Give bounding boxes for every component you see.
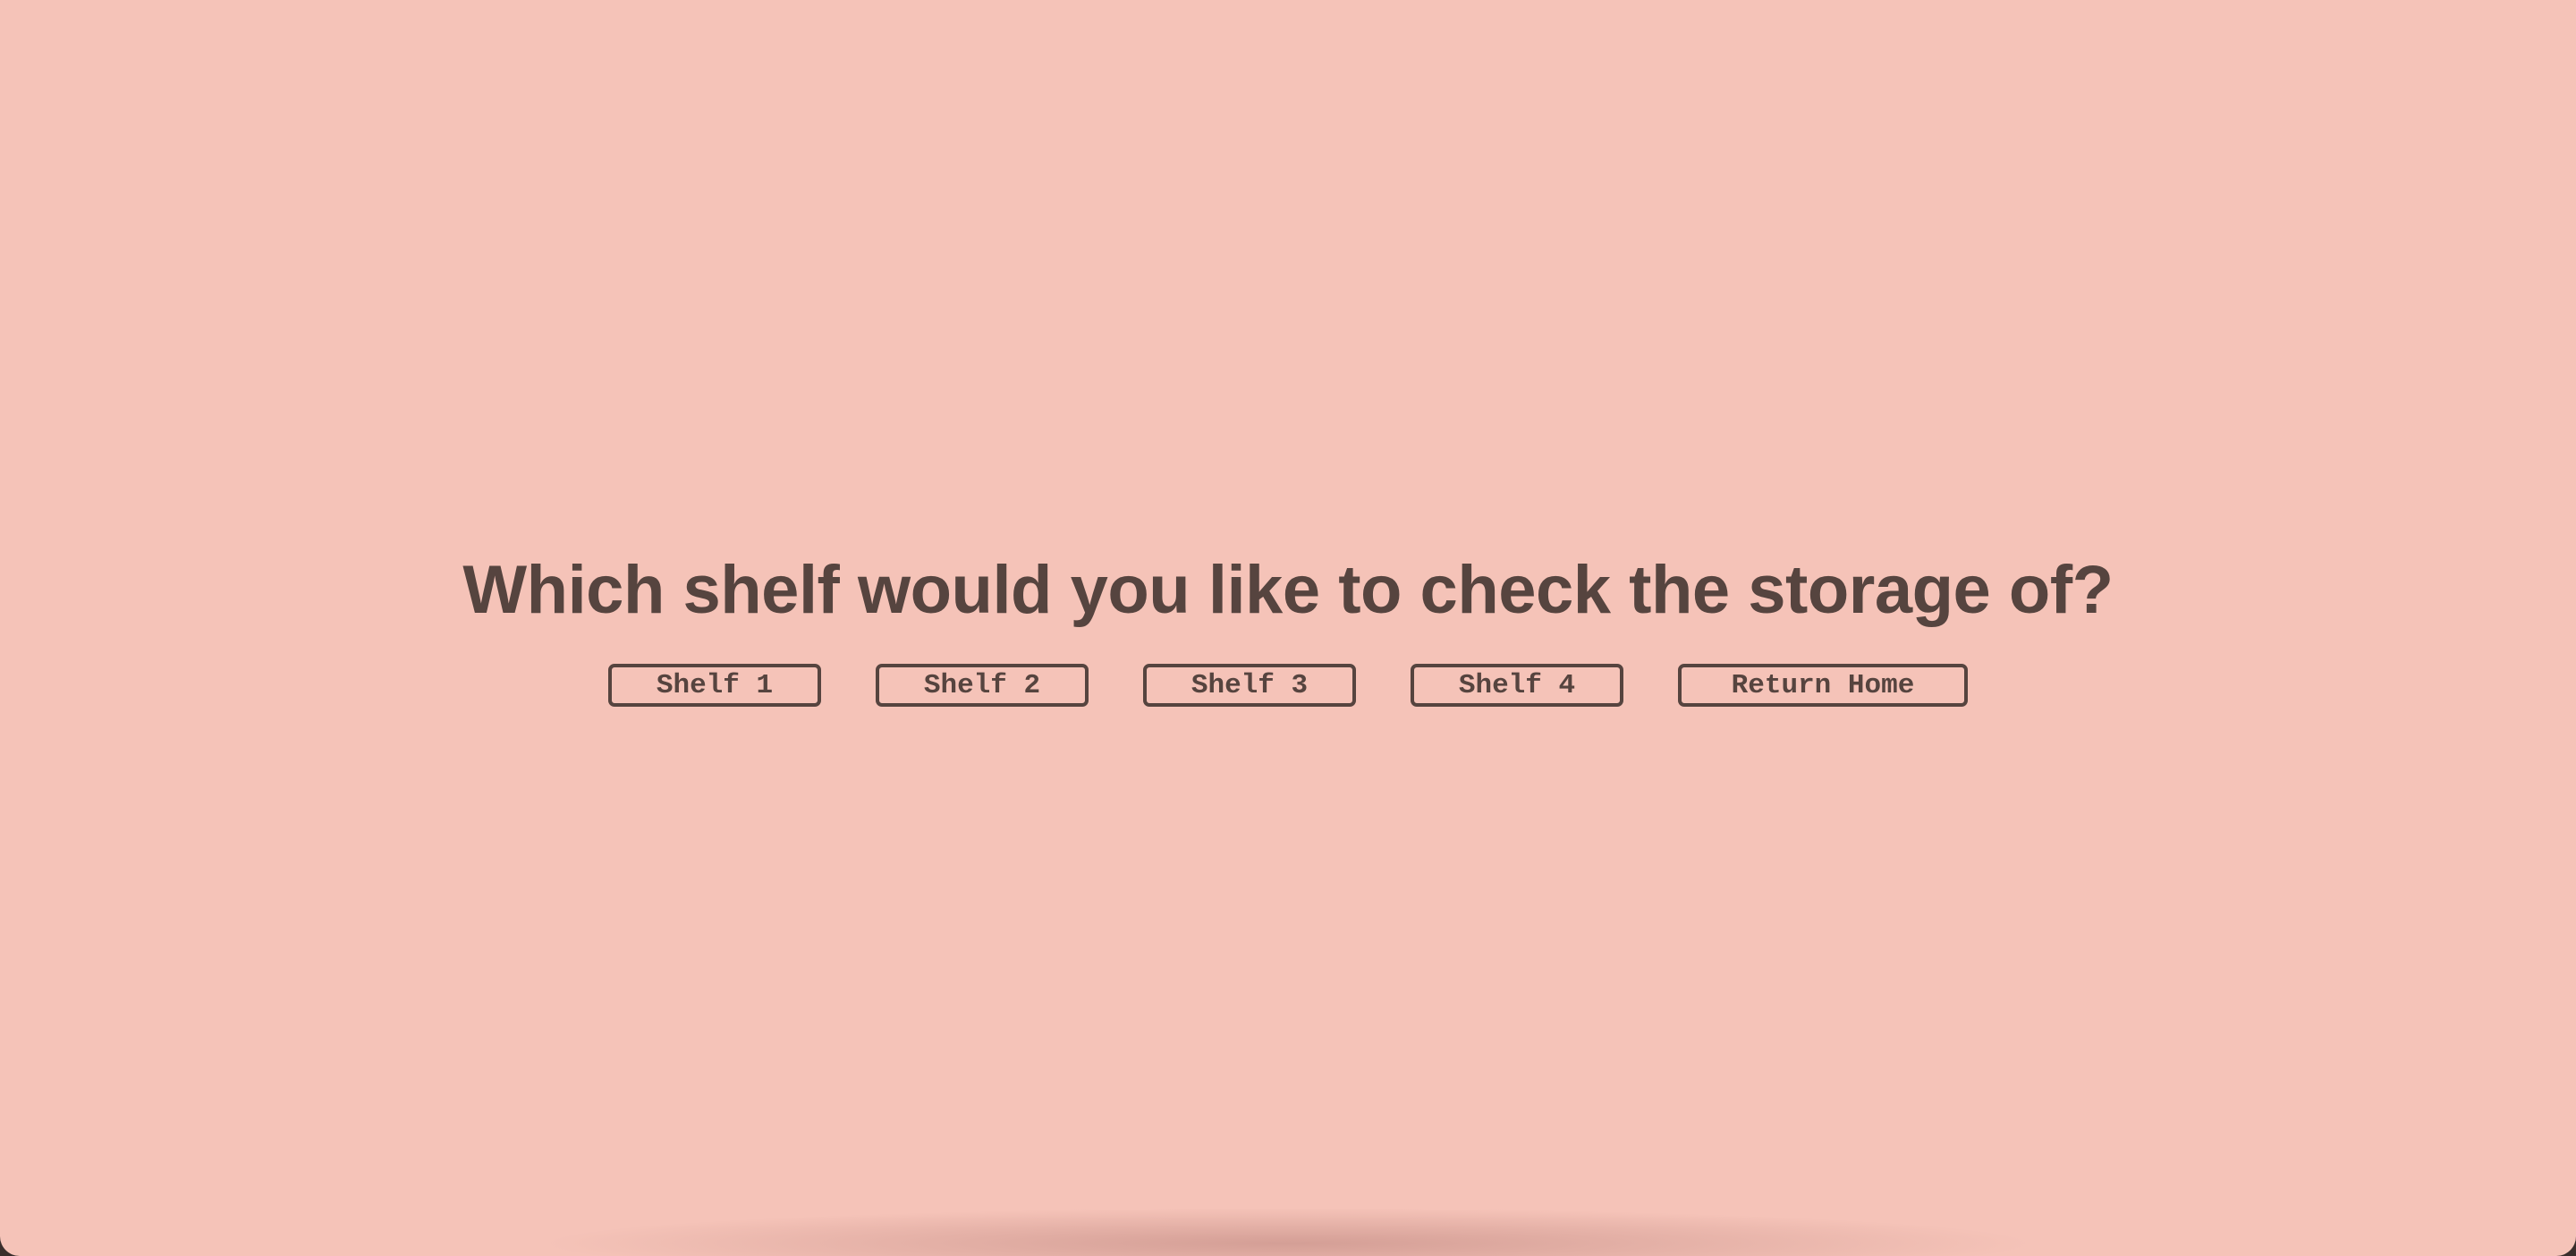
shelf-1-button[interactable]: Shelf 1 — [608, 664, 821, 707]
shelf-2-button[interactable]: Shelf 2 — [876, 664, 1089, 707]
shelf-3-button[interactable]: Shelf 3 — [1143, 664, 1356, 707]
shelf-4-button[interactable]: Shelf 4 — [1411, 664, 1623, 707]
shelf-button-row: Shelf 1 Shelf 2 Shelf 3 Shelf 4 Return H… — [608, 664, 1968, 707]
bottom-shadow — [537, 1208, 2039, 1256]
app-window: Which shelf would you like to check the … — [0, 0, 2576, 1256]
main-content: Which shelf would you like to check the … — [0, 537, 2576, 707]
page-title: Which shelf would you like to check the … — [462, 552, 2114, 628]
return-home-button[interactable]: Return Home — [1678, 664, 1968, 707]
